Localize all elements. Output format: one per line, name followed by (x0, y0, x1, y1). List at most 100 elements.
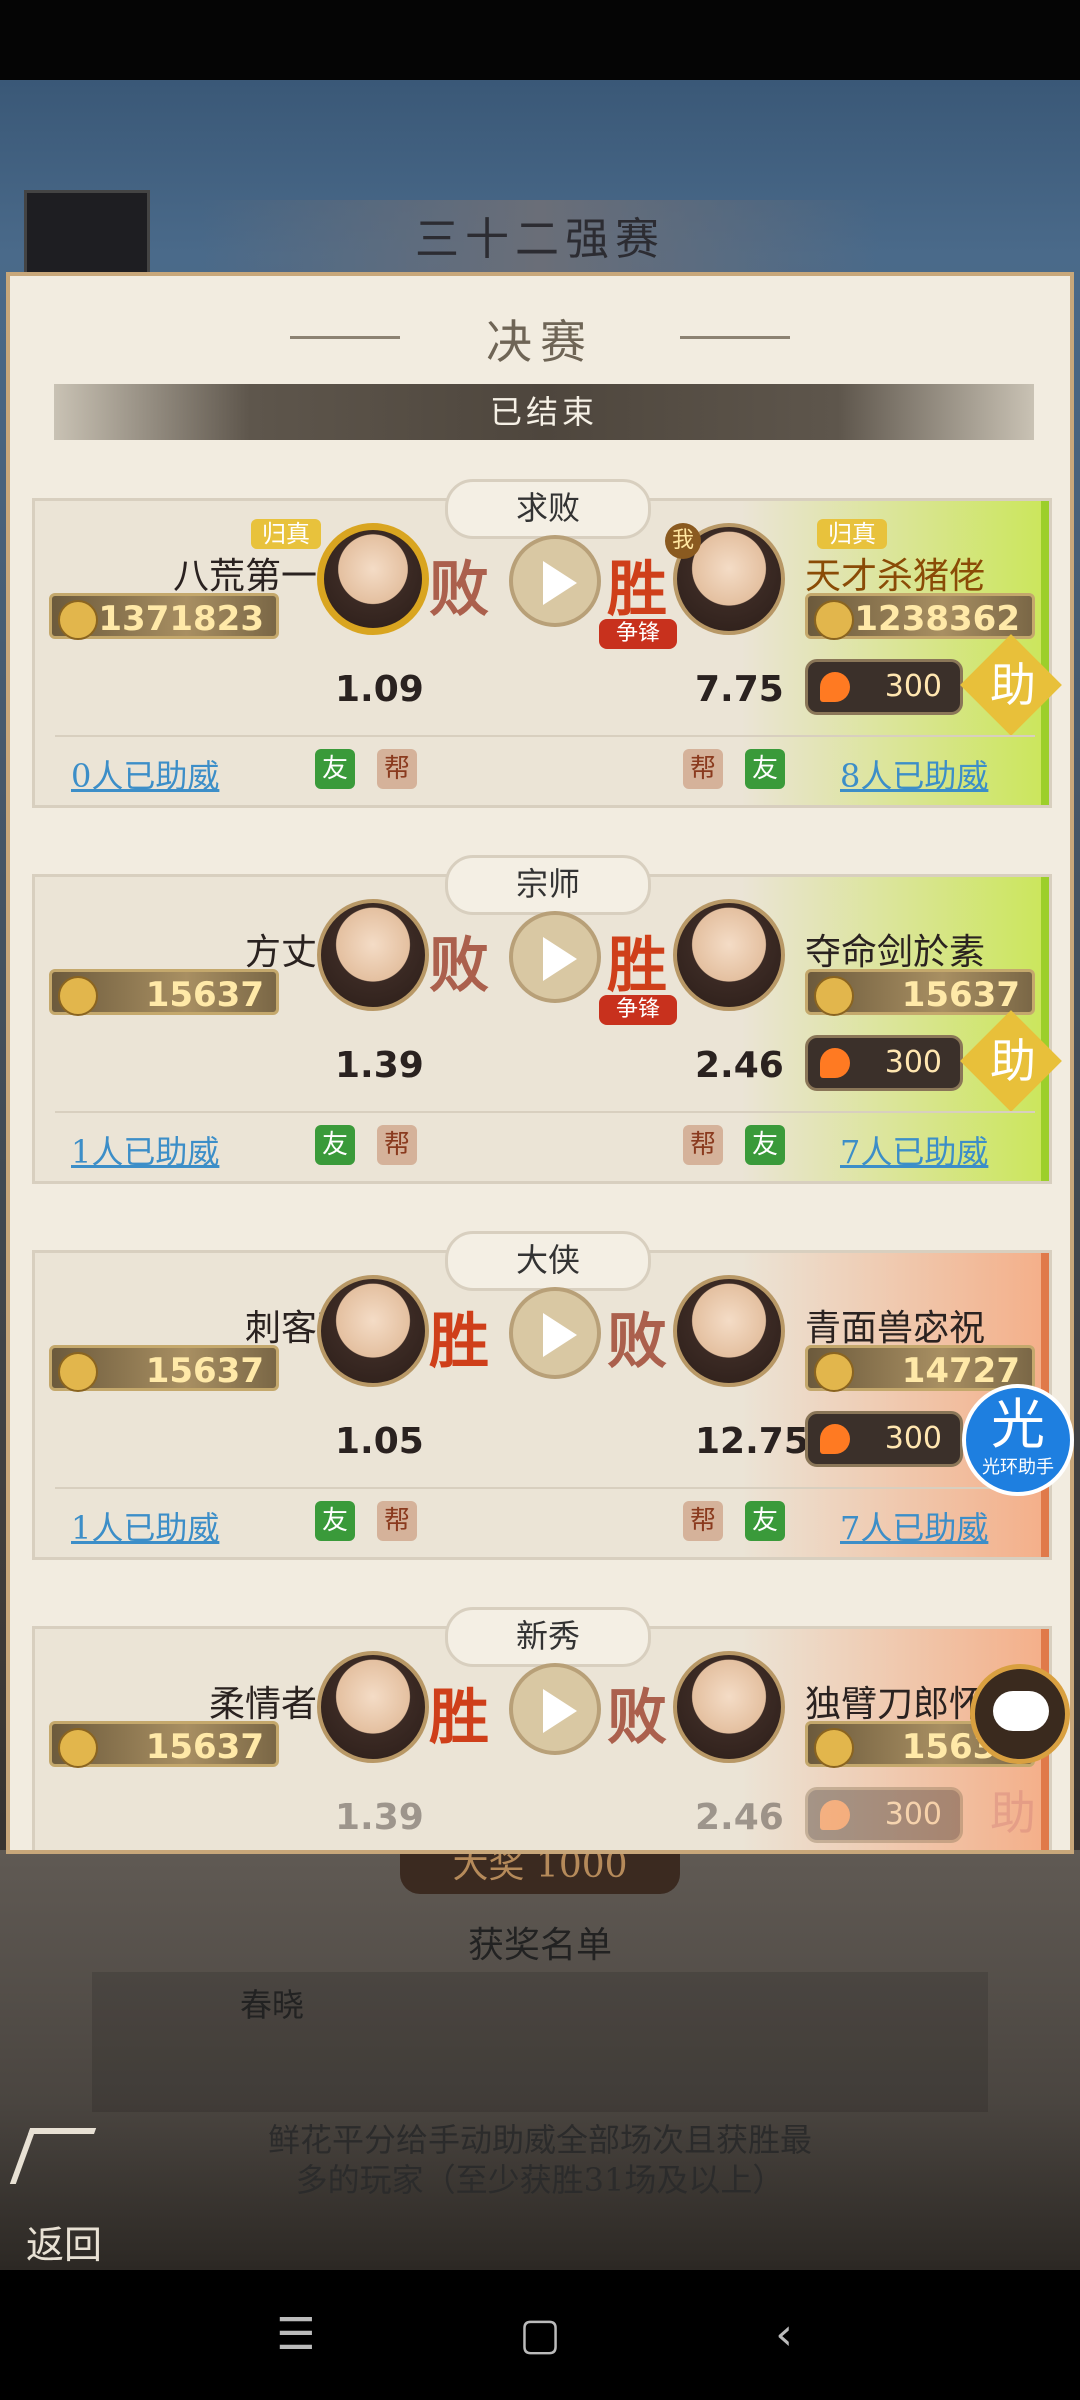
guild-tag: 帮 (683, 749, 723, 789)
player-name-right: 独臂刀郎怀 (805, 1684, 986, 1725)
assist-count-left[interactable]: 1人已助威 (71, 1503, 219, 1549)
assistant-floating-button[interactable]: 光 光环助手 (962, 1384, 1074, 1496)
odds-left: 1.05 (335, 1421, 424, 1462)
avatar-left[interactable] (317, 899, 429, 1011)
guild-tag: 帮 (377, 1501, 417, 1541)
flame-icon (820, 1048, 850, 1078)
back-nav-icon[interactable]: ‹ (754, 2305, 814, 2365)
odds-left: 1.09 (335, 669, 424, 710)
result-right: 败 (607, 1307, 667, 1377)
odds-right: 7.75 (695, 669, 784, 710)
divider (55, 735, 1035, 737)
power-left: 15637 (49, 1345, 279, 1392)
assistant-logo-icon: 光 (991, 1393, 1045, 1456)
round-header: 三十二强赛 (200, 200, 880, 280)
avatar-left[interactable] (317, 1651, 429, 1763)
bet-button[interactable]: 300 (805, 1035, 963, 1091)
friend-tag: 友 (315, 749, 355, 789)
realm-badge: 归真 (817, 519, 887, 549)
avatar-left[interactable] (317, 523, 429, 635)
chat-bubble-button[interactable] (970, 1664, 1070, 1764)
match-card: 宗师 方丈冉周 15637 败 胜 争锋 夺命剑於素 15637 1.39 2.… (32, 855, 1062, 1184)
friend-tag: 友 (315, 1125, 355, 1165)
assist-count-right[interactable]: 8人已助威 (840, 751, 988, 797)
status-band: 已结束 (54, 384, 1034, 440)
odds-right: 2.46 (695, 1797, 784, 1838)
note-line-2: 多的玩家（至少获胜31场及以上） (295, 2161, 785, 2199)
avatar-left[interactable] (317, 1275, 429, 1387)
divider (55, 1487, 1035, 1489)
power-right: 1238362 (805, 593, 1035, 640)
final-panel: 决赛 已结束 求败 归真 八荒第一拳修 1371823 败 胜 争锋 我 归真 … (6, 272, 1074, 1854)
panel-title: 决赛 (486, 315, 594, 369)
realm-badge: 归真 (251, 519, 321, 549)
result-left: 败 (429, 931, 489, 1001)
status-bar (0, 0, 1080, 80)
power-left: 1371823 (49, 593, 279, 640)
award-note: 鲜花平分给手动助威全部场次且获胜最 多的玩家（至少获胜31场及以上） (200, 2120, 880, 2200)
friend-tag: 友 (745, 749, 785, 789)
replay-button[interactable] (509, 535, 601, 627)
result-right: 胜 (607, 555, 667, 625)
odds-right: 2.46 (695, 1045, 784, 1086)
coin-icon (814, 976, 854, 1016)
avatar-right[interactable] (673, 899, 785, 1011)
friend-tag: 友 (745, 1501, 785, 1541)
power-left: 15637 (49, 969, 279, 1016)
award-list (92, 1972, 988, 2112)
me-badge: 我 (665, 523, 701, 559)
assistant-label: 光环助手 (982, 1457, 1054, 1478)
divider (55, 1111, 1035, 1113)
play-icon (543, 1689, 577, 1733)
coin-icon (58, 976, 98, 1016)
tier-tab: 大侠 (445, 1231, 651, 1291)
back-button[interactable]: 返回 (14, 2170, 114, 2270)
coin-icon (814, 600, 854, 640)
help-badge[interactable]: 助 (977, 655, 1049, 715)
replay-button[interactable] (509, 1287, 601, 1379)
power-right: 15637 (805, 969, 1035, 1016)
play-icon (543, 561, 577, 605)
avatar-right[interactable] (673, 1275, 785, 1387)
guild-tag: 帮 (683, 1501, 723, 1541)
assist-count-right[interactable]: 7人已助威 (840, 1127, 988, 1173)
avatar-right[interactable] (673, 1651, 785, 1763)
result-left: 胜 (429, 1683, 489, 1753)
home-icon[interactable]: ▢ (510, 2305, 570, 2365)
result-right: 败 (607, 1683, 667, 1753)
award-list-title: 获奖名单 (467, 1925, 612, 1966)
friend-tag: 友 (315, 1501, 355, 1541)
player-name-right: 天才杀猪佬 (805, 556, 986, 597)
menu-icon[interactable]: ☰ (266, 2305, 326, 2365)
contest-badge: 争锋 (599, 995, 677, 1025)
replay-button[interactable] (509, 911, 601, 1003)
replay-button[interactable] (509, 1663, 601, 1755)
help-badge[interactable]: 助 (977, 1783, 1049, 1843)
flame-icon (820, 1424, 850, 1454)
help-badge[interactable]: 助 (977, 1031, 1049, 1091)
assist-count-right[interactable]: 7人已助威 (840, 1503, 988, 1549)
match-card: 求败 归真 八荒第一拳修 1371823 败 胜 争锋 我 归真 天才杀猪佬 1… (32, 479, 1062, 808)
bet-button[interactable]: 300 (805, 659, 963, 715)
player-name-right: 夺命剑於素 (805, 932, 986, 973)
contest-badge: 争锋 (599, 619, 677, 649)
coin-icon (58, 600, 98, 640)
coin-icon (814, 1728, 854, 1768)
tier-tab: 新秀 (445, 1607, 651, 1667)
assist-count-left[interactable]: 1人已助威 (71, 1127, 219, 1173)
bet-button[interactable]: 300 (805, 1787, 963, 1843)
match-card: 新秀 柔情者安詹 15637 胜 败 独臂刀郎怀 15637 1.39 2.46… (32, 1607, 1052, 1850)
odds-right: 12.75 (695, 1421, 809, 1462)
assist-count-left[interactable]: 0人已助威 (71, 751, 219, 797)
odds-left: 1.39 (335, 1797, 424, 1838)
power-left: 15637 (49, 1721, 279, 1768)
tier-tab: 宗师 (445, 855, 651, 915)
player-name-right: 青面兽宓祝 (805, 1308, 986, 1349)
guild-tag: 帮 (377, 749, 417, 789)
flame-icon (820, 1800, 850, 1830)
coin-icon (58, 1728, 98, 1768)
match-card: 大侠 刺客曹骆 15637 胜 败 青面兽宓祝 14727 1.05 12.75… (32, 1231, 1052, 1560)
power-right: 14727 (805, 1345, 1035, 1392)
bet-button[interactable]: 300 (805, 1411, 963, 1467)
flame-icon (820, 672, 850, 702)
